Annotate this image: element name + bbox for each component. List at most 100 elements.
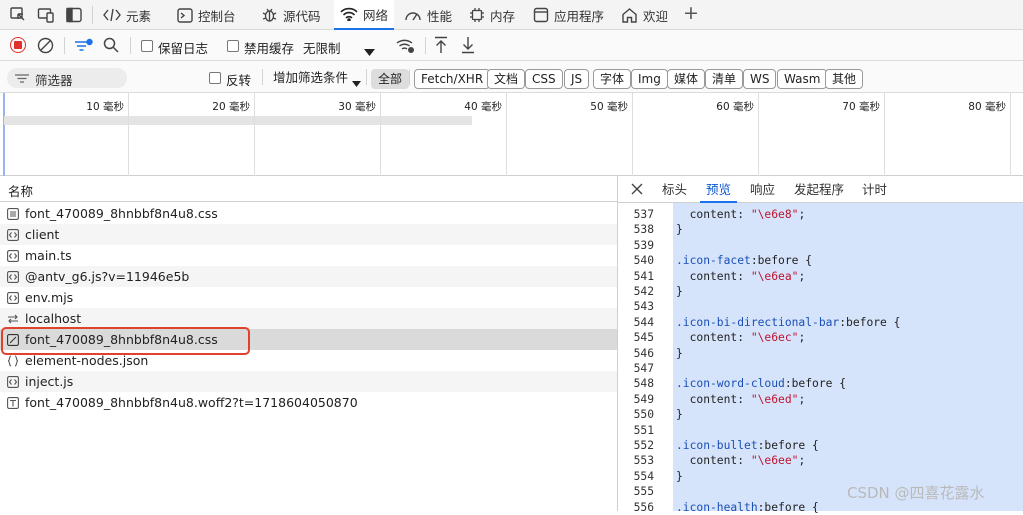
code-text: .icon-facet:before { [676,253,812,268]
tab-sources[interactable]: 源代码 [261,0,321,30]
import-har-icon[interactable] [434,36,448,58]
line-number: 546 [633,346,654,360]
request-name: font_470089_8hnbbf8n4u8.woff2?t=17186040… [25,395,358,410]
add-tab-icon[interactable]: + [683,3,699,23]
device-toolbar-icon[interactable] [37,6,55,24]
css-code: } [676,469,683,483]
chip-font[interactable]: 字体 [593,69,632,89]
export-har-icon[interactable] [461,36,475,58]
more-filters-dropdown[interactable]: 增加筛选条件 [273,67,348,86]
font-file-icon [7,396,19,409]
script-icon [7,270,19,283]
request-name: client [25,227,60,242]
table-row[interactable]: main.ts [0,245,617,266]
tab-welcome-label: 欢迎 [643,8,669,24]
code-text: content: "\e6ea"; [676,269,806,284]
table-row[interactable]: font_470089_8hnbbf8n4u8.woff2?t=17186040… [0,392,617,413]
search-icon[interactable] [103,37,119,57]
tab-headers[interactable]: 标头 [662,176,687,203]
table-row[interactable]: inject.js [0,371,617,392]
filter-bar: 筛选器 反转 增加筛选条件 全部 Fetch/XHR 文档 CSS JS 字体 … [0,61,1023,93]
line-number: 553 [633,454,654,468]
css-code: } [676,223,683,237]
document-icon [7,207,19,220]
table-row[interactable]: localhost [0,308,617,329]
script-icon [7,228,19,241]
tab-application[interactable]: 应用程序 [533,0,604,30]
chip-all[interactable]: 全部 [371,69,410,89]
chip-css[interactable]: CSS [525,69,563,89]
disable-cache-checkbox[interactable] [227,40,239,52]
code-preview[interactable]: 537 content: "\e6e8"; 538} 539 540 .icon-fac… [618,203,1023,514]
network-timeline-overview[interactable]: 10 毫秒 20 毫秒 30 毫秒 40 毫秒 50 毫秒 60 毫秒 70 毫… [0,93,1023,176]
table-row[interactable]: env.mjs [0,287,617,308]
table-row[interactable]: client [0,224,617,245]
tab-memory[interactable]: 内存 [469,0,515,30]
tab-console-label: 控制台 [198,8,236,24]
timeline-gridline [254,93,255,176]
invert-checkbox[interactable] [209,72,221,84]
code-line: 549 content: "\e6ed"; [618,392,1023,407]
code-text: content: "\e6ee"; [676,453,806,468]
tab-elements-label: 元素 [126,8,152,24]
request-name: font_470089_8hnbbf8n4u8.css [25,206,218,221]
timeline-tick-label: 60 毫秒 [716,101,754,113]
line-number: 556 [633,500,654,514]
inspect-element-icon[interactable] [9,6,27,24]
code-line: 553 content: "\e6ee"; [618,453,1023,468]
css-string: "\e6e8" [750,208,799,221]
request-name: localhost [25,311,82,326]
filter-funnel-icon[interactable] [74,38,94,58]
chip-other[interactable]: 其他 [825,69,864,89]
line-number: 550 [633,408,654,422]
chip-fetch-xhr[interactable]: Fetch/XHR [414,69,491,89]
tab-timing[interactable]: 计时 [862,176,887,203]
line-number: 552 [633,439,654,452]
timeline-tick-label: 70 毫秒 [842,101,880,113]
chip-media[interactable]: 媒体 [667,69,706,89]
toolbar-divider [409,69,410,85]
table-row[interactable]: font_470089_8hnbbf8n4u8.css [0,203,617,224]
preserve-log-checkbox[interactable] [141,40,153,52]
chip-js[interactable]: JS [564,69,590,89]
script-icon [7,375,19,388]
request-name: element-nodes.json [25,353,149,368]
chip-doc[interactable]: 文档 [487,69,526,89]
console-icon [177,7,193,23]
css-selector: .icon-bi-directional-bar [676,315,840,329]
tab-initiator[interactable]: 发起程序 [794,176,844,203]
chip-wasm[interactable]: Wasm [777,69,828,89]
name-column-header[interactable]: 名称 [0,176,617,202]
tab-welcome[interactable]: 欢迎 [621,0,668,30]
tab-performance[interactable]: 性能 [404,0,452,30]
line-number: 547 [633,362,654,375]
record-stop-icon[interactable] [10,37,26,53]
tab-sources-label: 源代码 [283,8,321,24]
tab-network[interactable]: 网络 [334,0,395,30]
throttling-select[interactable]: 无限制 [303,38,341,57]
chip-img[interactable]: Img [631,69,668,89]
chip-manifest[interactable]: 清单 [705,69,744,89]
code-line: 552 .icon-bullet:before { [618,438,1023,453]
close-icon[interactable] [630,181,644,200]
line-number: 545 [633,331,654,345]
chevron-down-icon[interactable] [364,42,375,61]
tab-application-label: 应用程序 [554,8,605,24]
bug-icon [262,8,277,22]
line-number: 549 [633,392,654,406]
chip-ws[interactable]: WS [743,69,777,89]
tab-elements[interactable]: 元素 [103,0,151,30]
filter-input[interactable]: 筛选器 [7,68,127,88]
chevron-down-icon[interactable] [352,72,361,91]
timeline-request-bar [4,116,472,125]
tab-console[interactable]: 控制台 [177,0,236,30]
dock-sidebar-icon[interactable] [65,6,83,24]
tab-response[interactable]: 响应 [750,176,775,203]
tab-preview[interactable]: 预览 [700,176,738,203]
code-text: } [676,284,683,299]
network-conditions-icon[interactable] [396,37,416,59]
script-icon [7,249,19,262]
table-row[interactable]: @antv_g6.js?v=11946e5b [0,266,617,287]
timeline-tick-label: 50 毫秒 [590,101,628,113]
clear-log-icon[interactable] [37,37,54,58]
